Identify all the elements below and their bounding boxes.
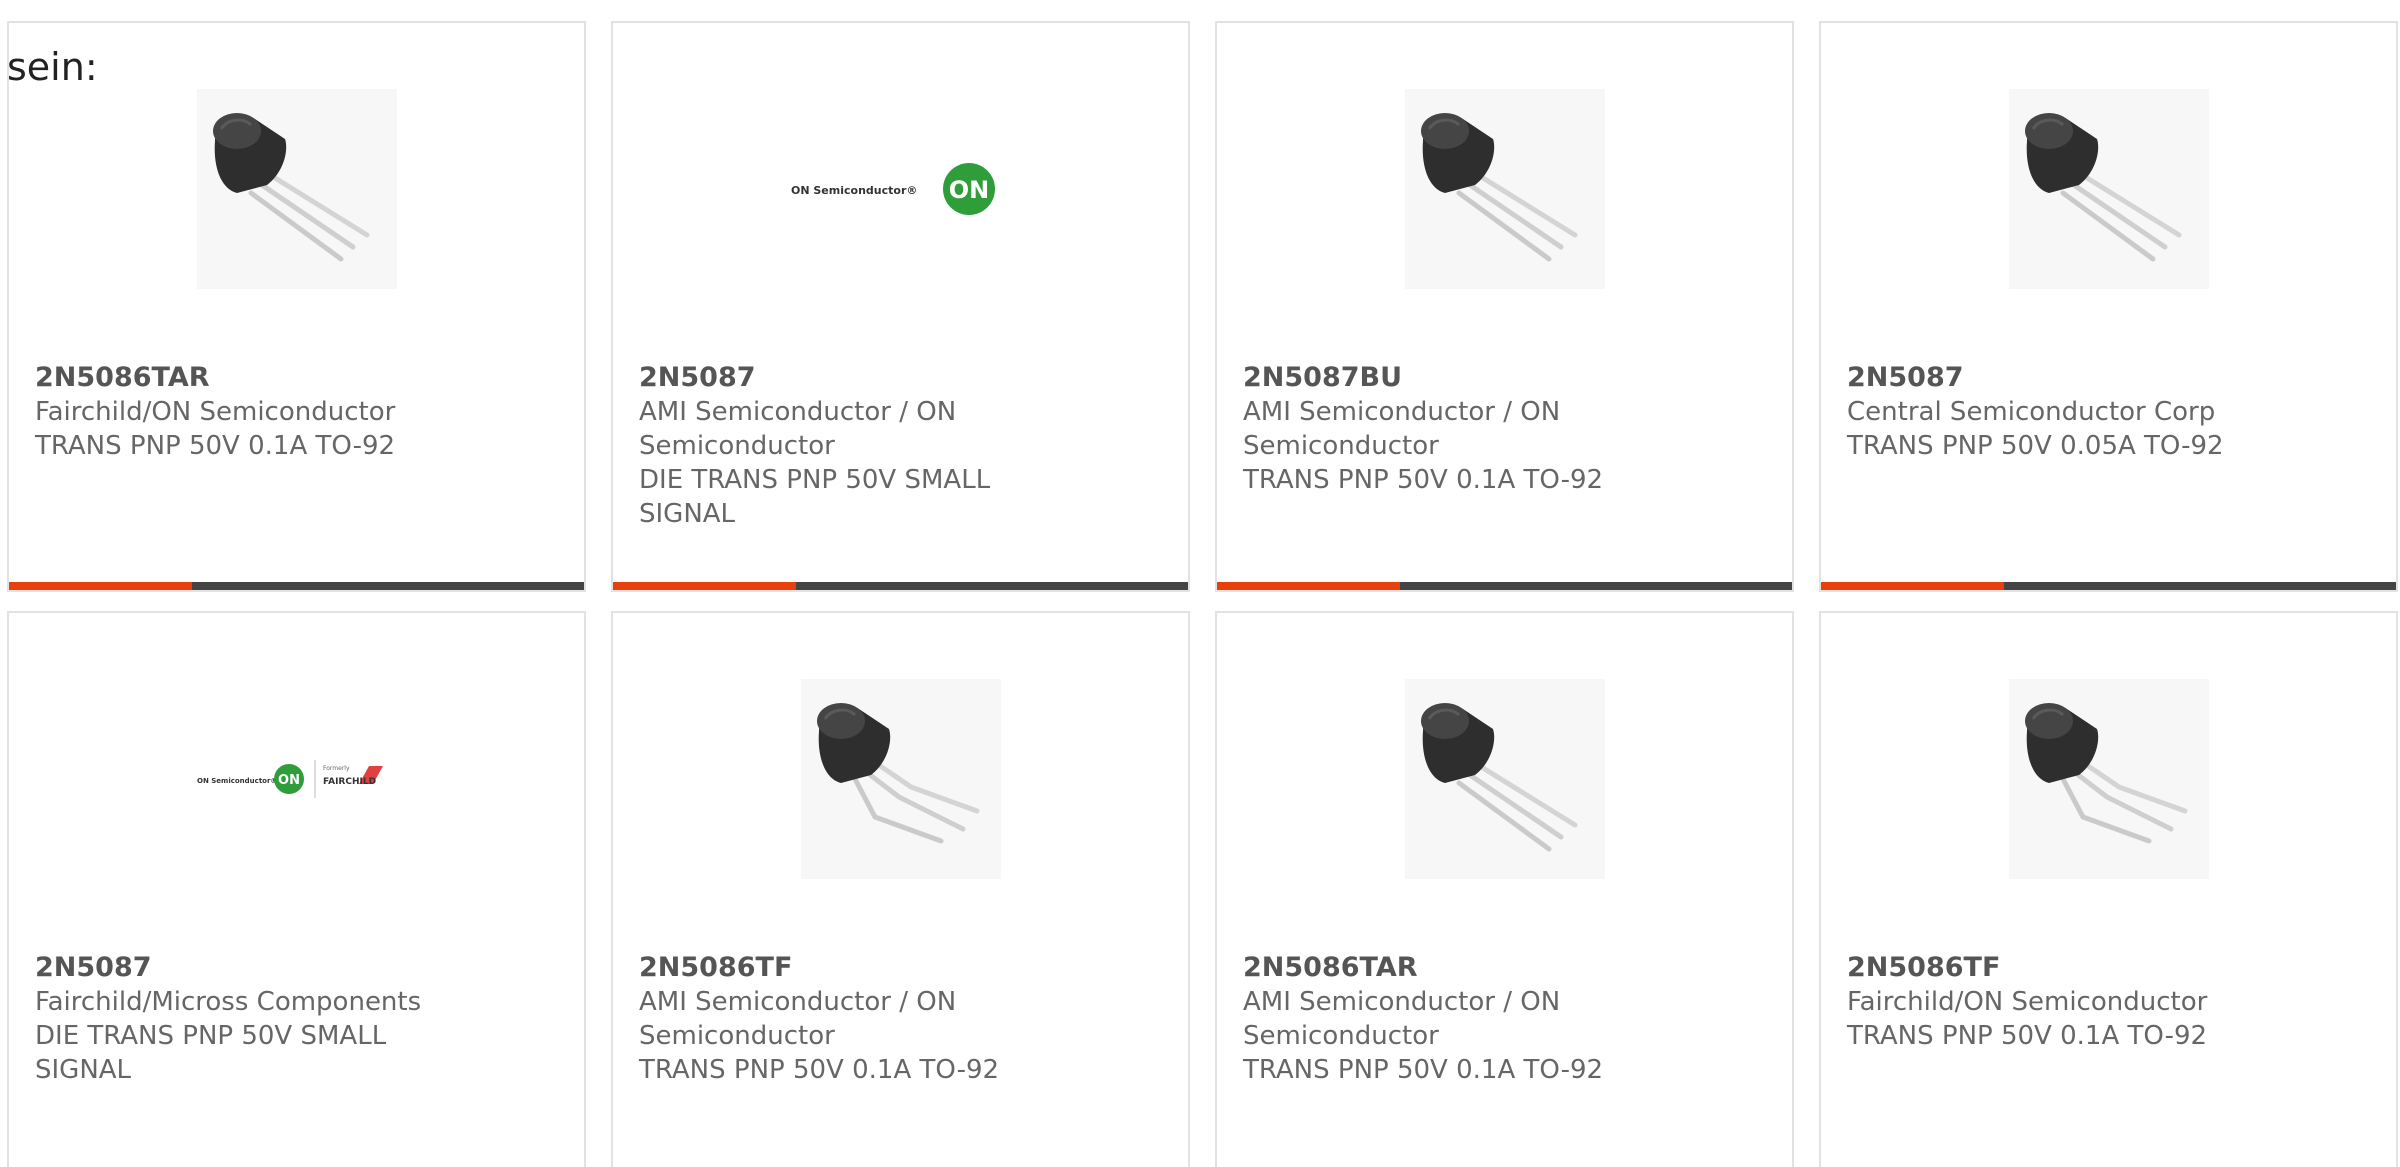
- transistor-photo: [800, 679, 1001, 879]
- product-card[interactable]: 2N5087BU AMI Semiconductor / ON Semiconduc…: [1215, 21, 1794, 592]
- part-number[interactable]: 2N5087BU: [1243, 361, 1772, 395]
- svg-text:ON: ON: [278, 773, 300, 788]
- manufacturer-name: Semiconductor: [1243, 431, 1439, 461]
- card-accent-bar: [613, 582, 1188, 590]
- product-image[interactable]: [613, 679, 1188, 879]
- accent-segment: [613, 582, 796, 590]
- transistor-photo: [196, 89, 397, 289]
- product-image[interactable]: ON Semiconductor® ON: [613, 89, 1188, 289]
- accent-segment: [1821, 582, 2004, 590]
- product-card[interactable]: 2N5086TAR Fairchild/ON Semiconductor TRANS…: [7, 21, 586, 592]
- svg-text:ON: ON: [948, 176, 989, 204]
- product-info: 2N5087BU AMI Semiconductor / ON Semiconduc…: [1243, 361, 1772, 497]
- manufacturer-name: Fairchild/ON Semiconductor: [1847, 987, 2208, 1017]
- card-accent-bar: [9, 582, 584, 590]
- manufacturer-name: AMI Semiconductor / ON: [639, 987, 957, 1017]
- product-description: TRANS PNP 50V 0.1A TO-92: [1847, 1021, 2208, 1051]
- product-card[interactable]: ON Semiconductor® ON Formerly FAIRCHILD 2…: [7, 611, 586, 1167]
- product-description: DIE TRANS PNP 50V SMALL: [639, 465, 991, 495]
- accent-segment: [1217, 582, 1400, 590]
- product-card[interactable]: 2N5086TAR AMI Semiconductor / ON Semicondu…: [1215, 611, 1794, 1167]
- product-grid: 2N5086TAR Fairchild/ON Semiconductor TRANS…: [7, 21, 2398, 1167]
- part-number[interactable]: 2N5087: [639, 361, 1168, 395]
- transistor-photo: [1404, 89, 1605, 289]
- part-number[interactable]: 2N5086TAR: [35, 361, 564, 395]
- product-image[interactable]: [1217, 679, 1792, 879]
- dark-segment: [1400, 582, 1792, 590]
- product-info: 2N5086TF AMI Semiconductor / ON Semiconduc…: [639, 951, 1168, 1087]
- product-info: 2N5086TF Fairchild/ON Semiconductor TRANS …: [1847, 951, 2376, 1053]
- product-description: TRANS PNP 50V 0.1A TO-92: [639, 1055, 1000, 1085]
- product-info: 2N5086TAR AMI Semiconductor / ON Semicondu…: [1243, 951, 1772, 1087]
- manufacturer-name: Central Semiconductor Corp: [1847, 397, 2216, 427]
- dark-segment: [2004, 582, 2396, 590]
- product-image[interactable]: [9, 89, 584, 289]
- dark-segment: [192, 582, 584, 590]
- manufacturer-name: Fairchild/Micross Components: [35, 987, 422, 1017]
- part-number[interactable]: 2N5086TF: [639, 951, 1168, 985]
- part-number[interactable]: 2N5087: [35, 951, 564, 985]
- product-info: 2N5087 Fairchild/Micross Components DIE TR…: [35, 951, 564, 1087]
- product-description: SIGNAL: [35, 1055, 132, 1085]
- manufacturer-name: AMI Semiconductor / ON: [639, 397, 957, 427]
- card-accent-bar: [1217, 582, 1792, 590]
- product-info: 2N5087 Central Semiconductor Corp TRANS PN…: [1847, 361, 2376, 463]
- product-info: 2N5087 AMI Semiconductor / ON Semiconducto…: [639, 361, 1168, 531]
- product-card[interactable]: 2N5086TF AMI Semiconductor / ON Semiconduc…: [611, 611, 1190, 1167]
- card-accent-bar: [1821, 582, 2396, 590]
- product-description: TRANS PNP 50V 0.1A TO-92: [35, 431, 396, 461]
- svg-text:ON Semiconductor®: ON Semiconductor®: [791, 184, 917, 197]
- transistor-photo: [1404, 679, 1605, 879]
- dark-segment: [796, 582, 1188, 590]
- part-number[interactable]: 2N5086TF: [1847, 951, 2376, 985]
- manufacturer-name: Semiconductor: [639, 1021, 835, 1051]
- manufacturer-name: Semiconductor: [639, 431, 835, 461]
- product-description: TRANS PNP 50V 0.05A TO-92: [1847, 431, 2224, 461]
- intro-text: sein:: [7, 45, 98, 89]
- accent-segment: [9, 582, 192, 590]
- transistor-photo: [2008, 89, 2209, 289]
- product-description: TRANS PNP 50V 0.1A TO-92: [1243, 465, 1604, 495]
- part-number[interactable]: 2N5087: [1847, 361, 2376, 395]
- part-number[interactable]: 2N5086TAR: [1243, 951, 1772, 985]
- svg-text:FAIRCHILD: FAIRCHILD: [323, 777, 376, 787]
- manufacturer-name: AMI Semiconductor / ON: [1243, 987, 1561, 1017]
- product-listing-page: sein: 2N5086TAR Fairchild/ON Semiconducto…: [0, 0, 2400, 1167]
- product-card[interactable]: ON Semiconductor® ON 2N5087 AMI Semiconduct…: [611, 21, 1190, 592]
- manufacturer-name: Fairchild/ON Semiconductor: [35, 397, 396, 427]
- product-image[interactable]: [1821, 89, 2396, 289]
- manufacturer-name: Semiconductor: [1243, 1021, 1439, 1051]
- product-description: DIE TRANS PNP 50V SMALL: [35, 1021, 387, 1051]
- product-image[interactable]: ON Semiconductor® ON Formerly FAIRCHILD: [9, 679, 584, 879]
- product-info: 2N5086TAR Fairchild/ON Semiconductor TRANS…: [35, 361, 564, 463]
- transistor-photo: [2008, 679, 2209, 879]
- product-image[interactable]: [1217, 89, 1792, 289]
- product-card[interactable]: 2N5087 Central Semiconductor Corp TRANS PN…: [1819, 21, 2398, 592]
- product-card[interactable]: 2N5086TF Fairchild/ON Semiconductor TRANS …: [1819, 611, 2398, 1167]
- manufacturer-name: AMI Semiconductor / ON: [1243, 397, 1561, 427]
- manufacturer-logo: ON Semiconductor® ON Formerly FAIRCHILD: [197, 760, 383, 798]
- svg-text:Formerly: Formerly: [323, 765, 350, 772]
- product-description: TRANS PNP 50V 0.1A TO-92: [1243, 1055, 1604, 1085]
- svg-text:ON Semiconductor®: ON Semiconductor®: [197, 777, 277, 785]
- product-description: SIGNAL: [639, 499, 736, 529]
- manufacturer-logo: ON Semiconductor® ON: [791, 163, 995, 215]
- product-image[interactable]: [1821, 679, 2396, 879]
